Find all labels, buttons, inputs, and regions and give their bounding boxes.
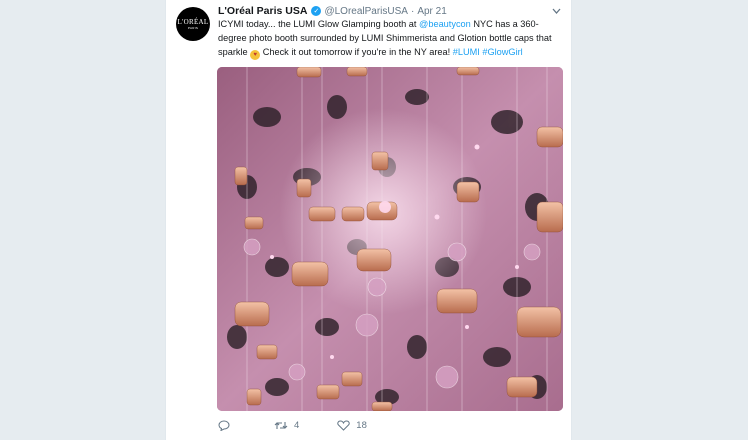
tweet-header: L'Oréal Paris USA ✓ @LOrealParisUSA · Ap… [218, 5, 447, 17]
tweet-date[interactable]: Apr 21 [417, 6, 446, 17]
avatar[interactable]: L'ORÉAL PARIS [176, 7, 210, 41]
separator-dot: · [410, 5, 415, 17]
reply-button[interactable] [218, 420, 236, 431]
avatar-logo-text: L'ORÉAL [177, 17, 209, 26]
verified-badge-icon: ✓ [311, 6, 322, 16]
mention-link[interactable]: @beautycon [419, 19, 471, 29]
booth-photo-image [217, 67, 563, 411]
tweet-actions: 4 18 [218, 420, 405, 431]
retweet-count: 4 [294, 420, 300, 431]
retweet-button[interactable]: 4 [274, 420, 299, 431]
hashtag-link-lumi[interactable]: #LUMI [453, 47, 480, 57]
chevron-down-icon[interactable] [552, 6, 561, 16]
tweet-photo[interactable] [217, 67, 563, 411]
like-button[interactable]: 18 [337, 420, 367, 431]
heart-icon [337, 420, 350, 431]
user-handle[interactable]: @LOrealParisUSA [324, 6, 408, 17]
tweet-card[interactable]: L'ORÉAL PARIS L'Oréal Paris USA ✓ @LOrea… [165, 0, 572, 440]
retweet-icon [274, 422, 288, 429]
reply-icon [218, 420, 230, 431]
like-count: 18 [356, 420, 367, 431]
avatar-logo-subtext: PARIS [187, 25, 199, 30]
hashtag-link-glowgirl[interactable]: #GlowGirl [482, 47, 522, 57]
tweet-text-part1: ICYMI today... the LUMI Glow Glamping bo… [218, 19, 420, 29]
tweet-text-part3: Check it out tomorrow if you're in the N… [260, 47, 453, 57]
display-name[interactable]: L'Oréal Paris USA [218, 5, 307, 17]
tweet-text: ICYMI today... the LUMI Glow Glamping bo… [218, 17, 563, 60]
heart-eyes-emoji-icon: ♥ [250, 50, 261, 60]
